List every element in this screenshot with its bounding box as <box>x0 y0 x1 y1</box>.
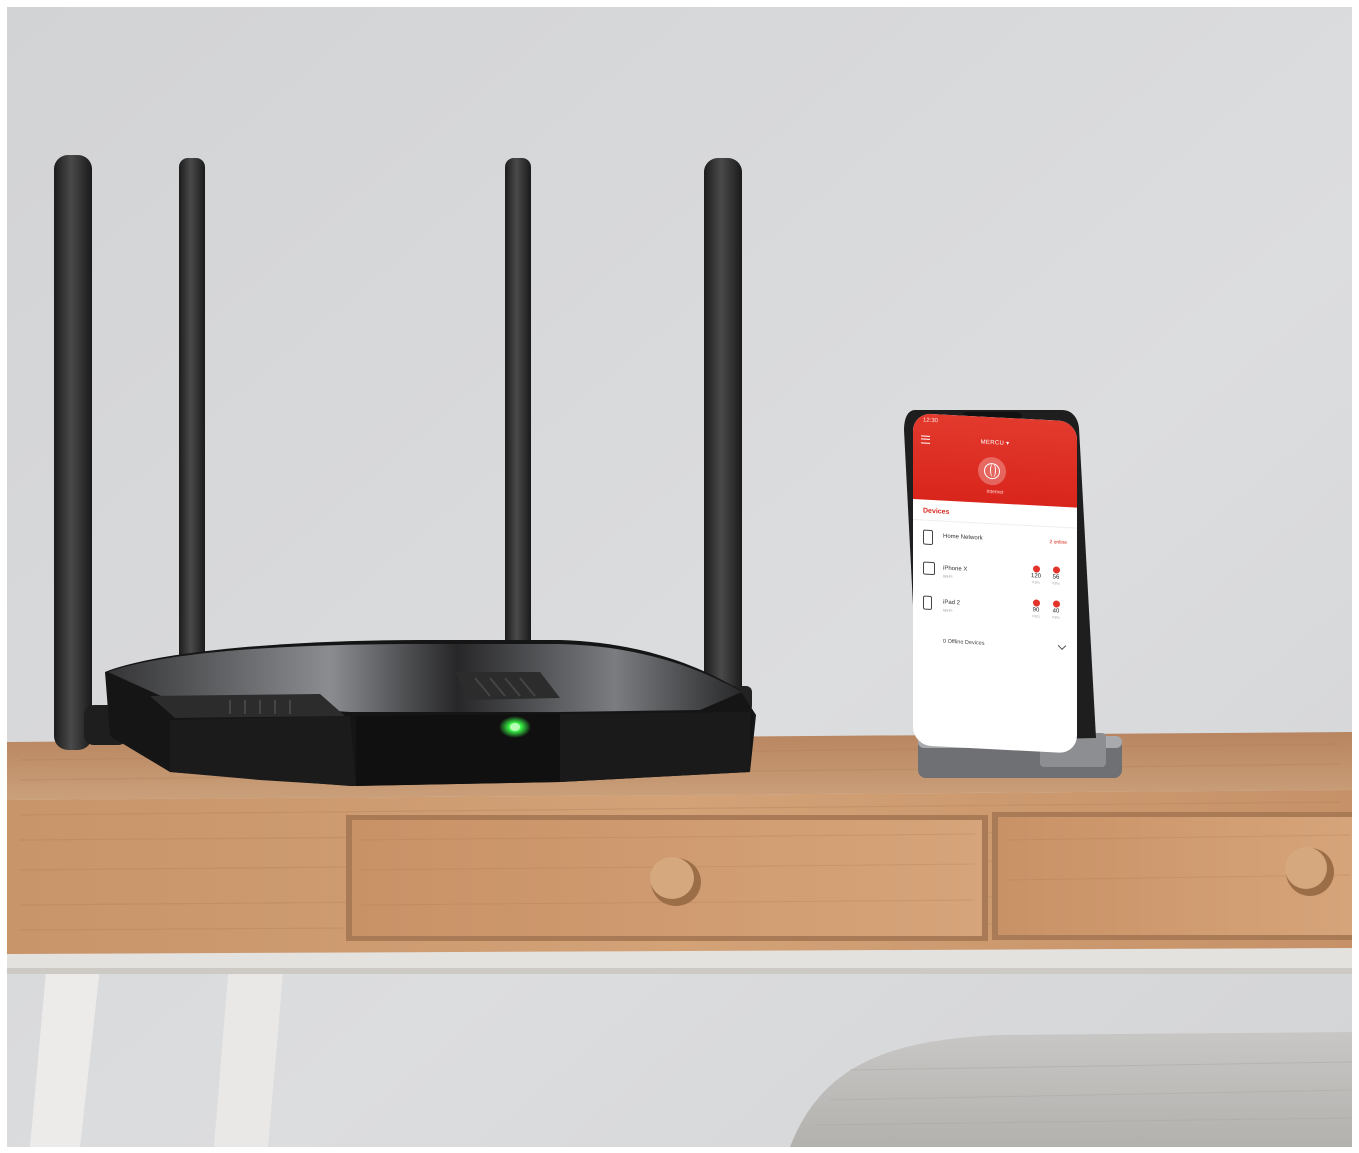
offline-devices-toggle[interactable]: 0 Offline Devices <box>943 639 984 647</box>
tablet-icon <box>923 561 935 576</box>
online-count-link[interactable]: 2 online <box>1049 539 1067 546</box>
phone-device-icon <box>923 529 933 546</box>
download-stat: 120 KB/s <box>1029 565 1043 585</box>
upload-stat: 40 KB/s <box>1049 600 1063 620</box>
chevron-down-icon[interactable] <box>1057 641 1067 651</box>
device-connection: Wi-Fi <box>943 607 953 614</box>
device-row[interactable]: iPhone X Wi-Fi 120 KB/s 56 KB/s <box>913 559 1077 596</box>
router-antenna-2 <box>179 158 205 678</box>
wall <box>7 7 1352 1147</box>
download-stat: 90 KB/s <box>1029 599 1043 619</box>
internet-label: Internet <box>986 488 1004 496</box>
router-antenna-1 <box>54 155 92 750</box>
divider <box>913 519 1077 529</box>
upload-stat: 56 KB/s <box>1049 566 1063 586</box>
router-antenna-4 <box>704 158 742 703</box>
device-name: iPad 2 <box>943 599 961 607</box>
device-row[interactable]: iPad 2 Wi-Fi 90 KB/s 40 KB/s <box>913 593 1077 630</box>
photo-scene <box>0 0 1359 1153</box>
device-name: iPhone X <box>943 565 968 573</box>
home-network-row[interactable]: Home Network 2 online <box>913 527 1077 556</box>
phone-screen: 12:30 MERCU ▾ Internet Devices Home Netw… <box>913 413 1077 754</box>
home-network-label: Home Network <box>943 533 983 542</box>
router-antenna-3 <box>505 158 531 658</box>
status-time: 12:30 <box>923 417 939 425</box>
app-header: 12:30 MERCU ▾ Internet <box>913 413 1077 508</box>
phone-device-icon <box>923 595 932 610</box>
devices-section-title: Devices <box>923 507 950 516</box>
app-title[interactable]: MERCU ▾ <box>913 435 1077 451</box>
device-connection: Wi-Fi <box>943 573 953 580</box>
globe-icon[interactable] <box>978 456 1006 486</box>
